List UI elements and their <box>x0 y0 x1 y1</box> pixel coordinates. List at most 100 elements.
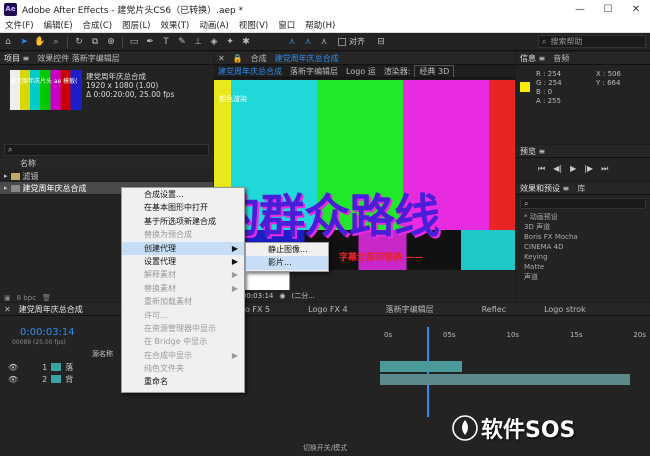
menu-item[interactable]: 在 Bridge 中显示 <box>122 335 244 348</box>
effects-search-input[interactable]: ⌕ <box>520 198 646 209</box>
prev-frame-button[interactable]: ◀| <box>553 164 562 174</box>
trash-icon[interactable]: 🗑 <box>42 294 51 302</box>
tab-logo-strok[interactable]: Logo strok <box>540 305 590 314</box>
close-button[interactable]: ✕ <box>622 4 650 15</box>
camera-icon[interactable]: ◉ <box>279 292 285 300</box>
menu-view[interactable]: 视图(V) <box>234 19 273 31</box>
col-name-header[interactable]: 名称 <box>20 158 36 169</box>
menu-item[interactable]: 重新加载素材 <box>122 295 244 308</box>
maximize-button[interactable]: ☐ <box>594 4 622 15</box>
tab-audio[interactable]: 音频 <box>549 53 573 64</box>
menu-item-still-image[interactable]: 静止图像... <box>246 243 328 256</box>
menu-item[interactable]: 许可... <box>122 309 244 322</box>
time-ruler[interactable]: 0s 05s 10s 15s 20s <box>380 331 650 345</box>
clone-stamp-tool-icon[interactable]: ⊥ <box>191 35 205 49</box>
menu-item[interactable]: 纯色文件夹 <box>122 362 244 375</box>
brush-tool-icon[interactable]: ✎ <box>175 35 189 49</box>
menu-item[interactable]: 替换为预合成 <box>122 228 244 241</box>
tab-effect-controls[interactable]: 效果控件 落新字编辑层 <box>33 53 124 64</box>
tab-project[interactable]: 项目 ≡ <box>0 53 33 64</box>
bpc-label[interactable]: 8 bpc <box>17 294 36 302</box>
menu-item[interactable]: 在资源管理器中显示 <box>122 322 244 335</box>
text-tool-icon[interactable]: T <box>159 35 173 49</box>
overlay-title: 颜色渲染 <box>219 95 247 103</box>
menu-help[interactable]: 帮助(H) <box>300 19 340 31</box>
layer-bar[interactable] <box>380 374 630 385</box>
list-item[interactable]: Keying <box>516 252 650 262</box>
project-search-input[interactable]: ⌕ <box>4 144 209 156</box>
hand-tool-icon[interactable]: ✋ <box>33 35 47 49</box>
menu-item[interactable]: 替换素材 ▶ <box>122 282 244 295</box>
comp-subtab-text[interactable]: 落新字编辑层 <box>286 66 342 77</box>
tab-reflec[interactable]: Reflec <box>478 305 510 314</box>
pen-tool-icon[interactable]: ✒ <box>143 35 157 49</box>
menu-layer[interactable]: 图层(L) <box>117 19 155 31</box>
menu-edit[interactable]: 编辑(E) <box>39 19 78 31</box>
search-help-input[interactable]: ⌕ 搜索帮助 <box>538 35 646 48</box>
snap-checkbox[interactable] <box>338 37 346 46</box>
menu-composition[interactable]: 合成(C) <box>78 19 118 31</box>
tab-library[interactable]: 库 <box>573 183 589 194</box>
eraser-tool-icon[interactable]: ◈ <box>207 35 221 49</box>
renderer-select[interactable]: 经典 3D <box>414 65 455 77</box>
last-frame-button[interactable]: ⏭ <box>601 164 608 174</box>
next-frame-button[interactable]: |▶ <box>584 164 593 174</box>
menu-item[interactable]: 基于所选项新建合成 <box>122 215 244 228</box>
menu-item[interactable]: 合成设置... <box>122 188 244 201</box>
list-item[interactable]: ▸ 滤镜 <box>0 170 213 182</box>
list-item[interactable]: CINEMA 4D <box>516 242 650 252</box>
close-icon[interactable]: ✕ <box>214 54 229 63</box>
col-source-header[interactable]: 源名称 <box>92 349 113 359</box>
list-item[interactable]: Matte <box>516 262 650 272</box>
snap-options-icon[interactable]: ⊟ <box>374 35 388 49</box>
axis-view-icon[interactable]: ⋏ <box>317 35 331 49</box>
list-item[interactable]: 声道 <box>516 272 650 282</box>
pan-behind-tool-icon[interactable]: ⊕ <box>104 35 118 49</box>
camera-tool-icon[interactable]: ⧉ <box>88 35 102 49</box>
menu-item[interactable]: 设置代理 ▶ <box>122 255 244 268</box>
timeline-timecode[interactable]: 0:00:03:14 <box>20 327 75 338</box>
menu-effect[interactable]: 效果(T) <box>156 19 195 31</box>
menu-item-movie[interactable]: 影片... <box>246 256 328 270</box>
tab-text-layer[interactable]: 落新字编辑层 <box>382 304 438 315</box>
selection-tool-icon[interactable]: ➤ <box>17 35 31 49</box>
list-item[interactable]: * 动画预设 <box>516 212 650 222</box>
menu-item-create-proxy[interactable]: 创建代理 ▶ <box>122 241 244 255</box>
menu-item[interactable]: 在基本图形中打开 <box>122 201 244 214</box>
axis-world-icon[interactable]: ⋏ <box>301 35 315 49</box>
home-icon[interactable]: ⌂ <box>1 35 15 49</box>
close-icon[interactable]: ✕ <box>0 305 15 314</box>
menu-file[interactable]: 文件(F) <box>0 19 39 31</box>
lock-icon[interactable]: 🔒 <box>229 54 247 63</box>
tab-effects-presets[interactable]: 效果和预设 ≡ <box>516 183 573 194</box>
menu-animation[interactable]: 动画(A) <box>194 19 233 31</box>
playhead[interactable] <box>427 327 429 417</box>
comp-subtab-logo[interactable]: Logo 运 <box>342 66 380 77</box>
minimize-button[interactable]: — <box>566 4 594 15</box>
first-frame-button[interactable]: ⏮ <box>538 164 545 174</box>
roto-brush-tool-icon[interactable]: ✦ <box>223 35 237 49</box>
tab-composition[interactable]: 建党周年庆总合成 <box>271 53 343 64</box>
zoom-tool-icon[interactable]: ⌕ <box>49 35 63 49</box>
new-folder-icon[interactable]: ▣ <box>4 294 11 302</box>
menu-item[interactable]: 在合成中显示 ▶ <box>122 349 244 362</box>
menu-window[interactable]: 窗口 <box>273 19 300 31</box>
eye-icon[interactable]: 👁 <box>8 375 18 384</box>
list-item[interactable]: Boris FX Mocha <box>516 232 650 242</box>
axis-local-icon[interactable]: ⋏ <box>285 35 299 49</box>
menu-item[interactable]: 重命名 <box>122 375 244 388</box>
comp-subtab-main[interactable]: 建党周年庆总合成 <box>214 66 286 77</box>
puppet-tool-icon[interactable]: ✱ <box>239 35 253 49</box>
tab-logo-fx4[interactable]: Logo FX 4 <box>304 305 351 314</box>
toggle-switches-modes[interactable]: 切换开关/模式 <box>0 443 650 453</box>
rotate-tool-icon[interactable]: ↻ <box>72 35 86 49</box>
menu-item[interactable]: 解释素材 ▶ <box>122 268 244 281</box>
tab-info[interactable]: 信息 ≡ <box>516 53 549 64</box>
eye-icon[interactable]: 👁 <box>8 363 18 372</box>
resolution-select[interactable]: (二分... <box>291 291 314 301</box>
list-item[interactable]: 3D 声道 <box>516 222 650 232</box>
tab-timeline-main[interactable]: 建党周年庆总合成 <box>15 304 87 315</box>
play-button[interactable]: ▶ <box>570 164 576 174</box>
rectangle-tool-icon[interactable]: ▭ <box>127 35 141 49</box>
layer-bar[interactable] <box>380 361 462 372</box>
